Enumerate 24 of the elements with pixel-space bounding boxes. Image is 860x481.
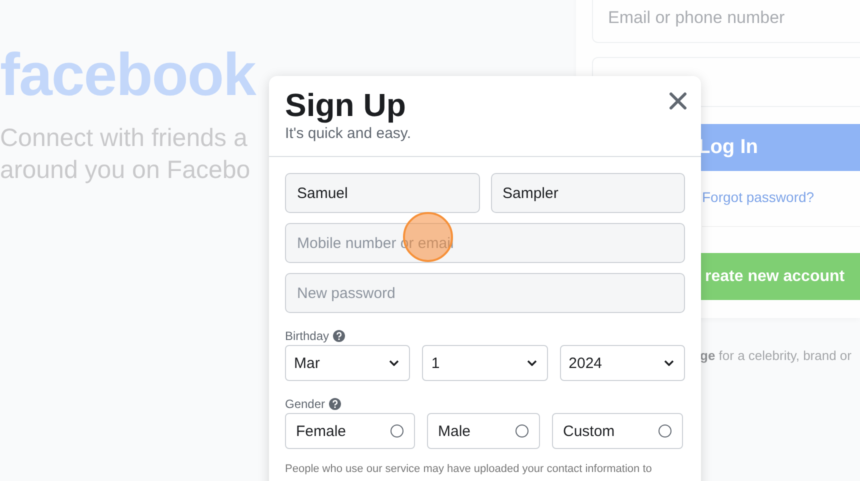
radio-button[interactable] (390, 424, 404, 438)
dropdown[interactable]: 2024 (560, 345, 685, 381)
text-field[interactable]: New password (285, 273, 685, 313)
birthday-label: Birthday (285, 329, 330, 343)
gender-label: Gender (285, 397, 326, 411)
dropdown[interactable]: Mar (285, 345, 410, 381)
help-icon[interactable] (329, 398, 342, 410)
chevron-down-icon (664, 360, 674, 366)
dialog-title: Sign Up (285, 86, 406, 124)
radio-button[interactable] (658, 424, 672, 438)
radio-button[interactable] (515, 424, 529, 438)
chevron-down-icon (389, 360, 400, 366)
gender-option[interactable]: Female (285, 413, 415, 449)
gender-option[interactable]: Male (427, 413, 540, 449)
text-field[interactable]: Sampler (490, 173, 685, 213)
help-icon[interactable] (333, 330, 346, 342)
close-icon[interactable] (668, 91, 688, 111)
contact-info-note: People who use our service may have uploaded your contact information to (285, 463, 653, 475)
text-field[interactable]: Samuel (285, 173, 480, 213)
dropdown[interactable]: 1 (422, 345, 548, 381)
gender-option[interactable]: Custom (552, 413, 683, 449)
chevron-down-icon (526, 360, 537, 366)
dialog-subtitle: It's quick and easy. (285, 124, 411, 144)
create-page-text: ge for a celebrity, brand or (700, 348, 852, 363)
